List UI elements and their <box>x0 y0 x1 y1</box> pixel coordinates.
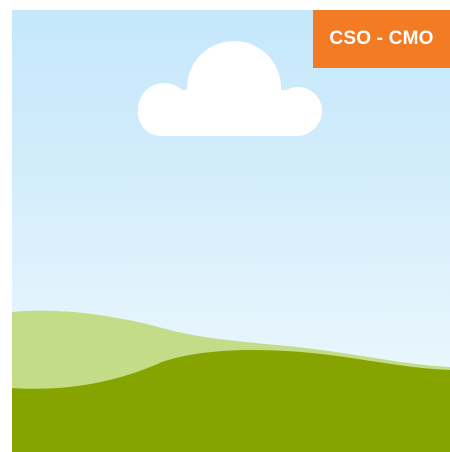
role-badge: CSO - CMO <box>313 10 450 68</box>
landscape-placeholder-icon <box>12 41 450 452</box>
cloud-icon <box>138 41 322 136</box>
image-placeholder: CSO - CMO <box>12 10 450 452</box>
